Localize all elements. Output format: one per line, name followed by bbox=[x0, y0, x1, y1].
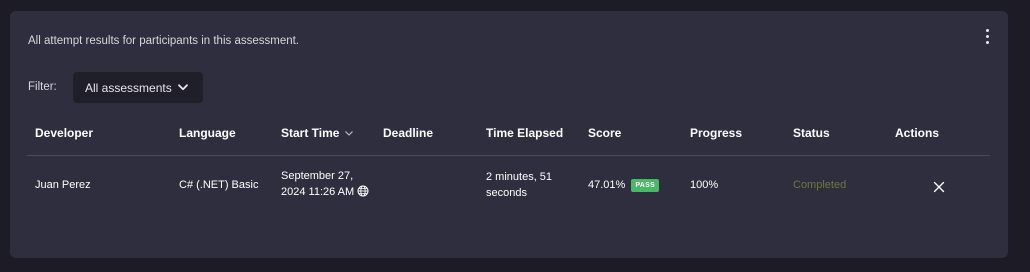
column-header-language: Language bbox=[179, 126, 236, 140]
column-header-deadline: Deadline bbox=[383, 126, 433, 140]
pass-badge: PASS bbox=[631, 178, 660, 192]
column-header-label: Progress bbox=[690, 126, 743, 140]
column-header-label: Actions bbox=[895, 126, 940, 140]
cell-developer: Juan Perez bbox=[35, 179, 91, 191]
column-header-label: Start Time bbox=[281, 126, 340, 140]
column-header-label: Language bbox=[179, 126, 236, 140]
time-elapsed-line: 2 minutes, 51 bbox=[486, 171, 553, 183]
column-header-developer: Developer bbox=[35, 126, 93, 140]
column-header-label: Developer bbox=[35, 126, 94, 140]
close-icon[interactable] bbox=[933, 180, 945, 193]
globe-icon bbox=[357, 185, 369, 197]
score-value: 47.01% bbox=[588, 179, 626, 191]
more-options-button[interactable] bbox=[982, 28, 994, 46]
column-header-status: Status bbox=[793, 126, 830, 140]
cell-score: 47.01% PASS bbox=[588, 177, 660, 193]
start-time-value: 2024 11:26 AM bbox=[281, 186, 355, 198]
assessment-results-panel: All attempt results for participants in … bbox=[10, 11, 1008, 258]
column-header-label: Deadline bbox=[383, 126, 434, 140]
chevron-down-icon bbox=[345, 130, 354, 136]
column-header-actions: Actions bbox=[895, 126, 939, 140]
filter-label: Filter: bbox=[28, 81, 57, 93]
column-header-label: Score bbox=[588, 126, 622, 140]
kebab-dot bbox=[986, 41, 989, 44]
column-header-time-elapsed: Time Elapsed bbox=[486, 126, 563, 140]
cell-language: C# (.NET) Basic bbox=[179, 179, 259, 191]
panel-description: All attempt results for participants in … bbox=[28, 35, 299, 47]
cell-progress: 100% bbox=[690, 179, 719, 191]
assessment-filter-dropdown[interactable]: All assessments bbox=[73, 72, 203, 103]
column-header-label: Time Elapsed bbox=[486, 126, 564, 140]
cell-start-time: September 27, 2024 11:26 AM bbox=[281, 168, 369, 200]
chevron-down-icon bbox=[177, 84, 188, 91]
cell-time-elapsed: 2 minutes, 51 seconds bbox=[486, 169, 552, 201]
kebab-dot bbox=[986, 29, 989, 32]
filter-selected-value: All assessments bbox=[85, 80, 172, 95]
column-header-progress: Progress bbox=[690, 126, 742, 140]
kebab-dot bbox=[986, 35, 989, 38]
table-header-divider bbox=[27, 155, 990, 156]
column-header-score: Score bbox=[588, 126, 621, 140]
start-time-clock: 2024 11:26 AM bbox=[281, 184, 369, 200]
column-header-label: Status bbox=[793, 126, 830, 140]
column-header-start-time[interactable]: Start Time bbox=[281, 126, 354, 140]
cell-status: Completed bbox=[793, 179, 847, 191]
start-time-date: September 27, bbox=[281, 170, 354, 182]
time-elapsed-line: seconds bbox=[486, 187, 527, 199]
